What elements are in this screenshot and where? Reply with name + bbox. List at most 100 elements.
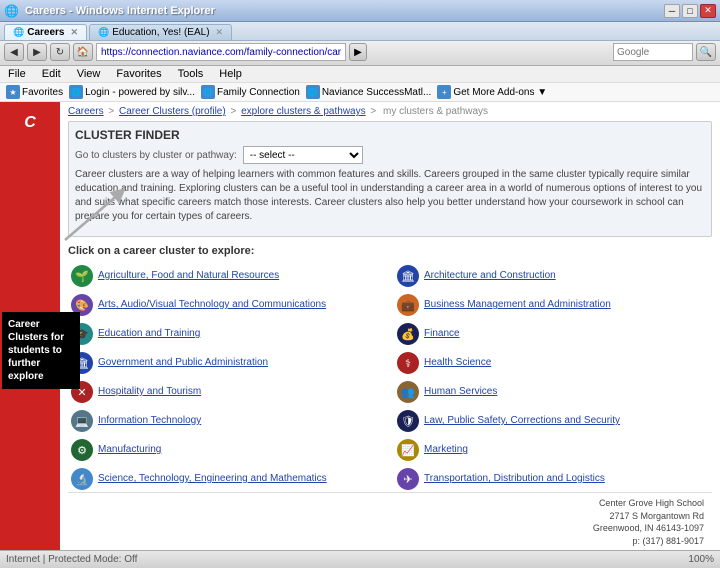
cluster-link-marketing[interactable]: Marketing: [424, 444, 468, 456]
cluster-icon-health: ⚕: [397, 352, 419, 374]
cluster-icon-business: 💼: [397, 294, 419, 316]
cluster-link-health[interactable]: Health Science: [424, 357, 491, 369]
cluster-link-human-services[interactable]: Human Services: [424, 386, 497, 398]
cluster-link-education[interactable]: Education and Training: [98, 328, 200, 340]
cluster-item-education[interactable]: 🎓 Education and Training: [68, 321, 386, 347]
fav-addons[interactable]: + Get More Add-ons ▼: [437, 85, 547, 99]
cluster-item-business[interactable]: 💼 Business Management and Administration: [394, 292, 712, 318]
cluster-link-hospitality[interactable]: Hospitality and Tourism: [98, 386, 201, 398]
tab-bar: 🌐 Careers ✕ 🌐 Education, Yes! (EAL) ✕: [0, 22, 720, 41]
annotation-text: Career Clusters for students to further …: [8, 319, 64, 382]
home-button[interactable]: 🏠: [73, 43, 93, 61]
cluster-icon-transportation: ✈: [397, 468, 419, 490]
cluster-item-marketing[interactable]: 📈 Marketing: [394, 437, 712, 463]
main-layout: C Career Clusters for students to furthe…: [0, 102, 720, 550]
menu-file[interactable]: File: [4, 67, 30, 81]
close-button[interactable]: ✕: [700, 4, 716, 18]
menu-edit[interactable]: Edit: [38, 67, 65, 81]
tab-careers-icon: 🌐: [13, 27, 24, 38]
cluster-grid: 🌱 Agriculture, Food and Natural Resource…: [68, 263, 712, 492]
menu-favorites[interactable]: Favorites: [112, 67, 165, 81]
maximize-button[interactable]: □: [682, 4, 698, 18]
fav-naviance[interactable]: 🌐 Naviance SuccessMatl...: [306, 85, 432, 99]
cluster-icon-marketing: 📈: [397, 439, 419, 461]
fav-favorites[interactable]: ★ Favorites: [6, 85, 63, 99]
cluster-header-title: CLUSTER FINDER: [75, 128, 705, 142]
cluster-icon-agriculture: 🌱: [71, 265, 93, 287]
cluster-icon-law: 🛡: [397, 410, 419, 432]
cluster-icon-human-services: 👥: [397, 381, 419, 403]
cluster-icon-architecture: 🏛: [397, 265, 419, 287]
cluster-item-government[interactable]: 🏛 Government and Public Administration: [68, 350, 386, 376]
cluster-item-arts[interactable]: 🎨 Arts, Audio/Visual Technology and Comm…: [68, 292, 386, 318]
cluster-icon-it: 💻: [71, 410, 93, 432]
cluster-link-business[interactable]: Business Management and Administration: [424, 299, 611, 311]
cluster-link-finance[interactable]: Finance: [424, 328, 460, 340]
address-bar[interactable]: [96, 43, 346, 61]
cluster-item-law[interactable]: 🛡 Law, Public Safety, Corrections and Se…: [394, 408, 712, 434]
cluster-icon-manufacturing: ⚙: [71, 439, 93, 461]
cluster-link-manufacturing[interactable]: Manufacturing: [98, 444, 161, 456]
menu-help[interactable]: Help: [215, 67, 246, 81]
fav-addons-label: Get More Add-ons ▼: [453, 87, 547, 98]
fav-star-icon: ★: [6, 85, 20, 99]
go-button[interactable]: ▶: [349, 43, 367, 61]
fav-login[interactable]: 🌐 Login - powered by silv...: [69, 85, 195, 99]
search-button[interactable]: 🔍: [696, 43, 716, 61]
cluster-link-arts[interactable]: Arts, Audio/Visual Technology and Commun…: [98, 299, 326, 311]
sidebar-logo: C: [24, 114, 36, 132]
cluster-icon-finance: 💰: [397, 323, 419, 345]
cluster-item-stem[interactable]: 🔬 Science, Technology, Engineering and M…: [68, 466, 386, 492]
cluster-link-government[interactable]: Government and Public Administration: [98, 357, 268, 369]
tab-careers-close[interactable]: ✕: [70, 27, 78, 38]
left-sidebar: C Career Clusters for students to furthe…: [0, 102, 60, 550]
breadcrumb-careers[interactable]: Careers: [68, 106, 104, 117]
fav-family-label: Family Connection: [217, 87, 300, 98]
breadcrumb-sep1: >: [108, 106, 117, 117]
breadcrumb-explore[interactable]: explore clusters & pathways: [241, 106, 366, 117]
cluster-link-law[interactable]: Law, Public Safety, Corrections and Secu…: [424, 415, 620, 427]
window-icon: 🌐: [4, 4, 19, 18]
fav-family-icon: 🌐: [201, 85, 215, 99]
cluster-item-agriculture[interactable]: 🌱 Agriculture, Food and Natural Resource…: [68, 263, 386, 289]
fav-naviance-icon: 🌐: [306, 85, 320, 99]
breadcrumb-sep2: >: [230, 106, 239, 117]
cluster-link-agriculture[interactable]: Agriculture, Food and Natural Resources: [98, 270, 279, 282]
cluster-link-stem[interactable]: Science, Technology, Engineering and Mat…: [98, 473, 327, 485]
cluster-item-human-services[interactable]: 👥 Human Services: [394, 379, 712, 405]
tab-careers-label: Careers: [27, 27, 64, 38]
status-right: 100%: [688, 554, 714, 565]
cluster-select[interactable]: -- select --: [243, 146, 363, 164]
cluster-link-it[interactable]: Information Technology: [98, 415, 201, 427]
menu-tools[interactable]: Tools: [174, 67, 208, 81]
cluster-link-transportation[interactable]: Transportation, Distribution and Logisti…: [424, 473, 605, 485]
cluster-icon-stem: 🔬: [71, 468, 93, 490]
cluster-item-architecture[interactable]: 🏛 Architecture and Construction: [394, 263, 712, 289]
school-phone: p: (317) 881-9017: [76, 535, 704, 548]
tab-careers[interactable]: 🌐 Careers ✕: [4, 24, 87, 40]
tab-education-close[interactable]: ✕: [216, 27, 224, 38]
cluster-item-health[interactable]: ⚕ Health Science: [394, 350, 712, 376]
forward-button[interactable]: ▶: [27, 43, 47, 61]
school-city: Greenwood, IN 46143-1097: [76, 522, 704, 535]
back-button[interactable]: ◀: [4, 43, 24, 61]
cluster-item-it[interactable]: 💻 Information Technology: [68, 408, 386, 434]
breadcrumb-profile[interactable]: Career Clusters (profile): [119, 106, 226, 117]
fav-naviance-label: Naviance SuccessMatl...: [322, 87, 432, 98]
tab-education-label: Education, Yes! (EAL): [112, 27, 209, 38]
cluster-item-transportation[interactable]: ✈ Transportation, Distribution and Logis…: [394, 466, 712, 492]
refresh-button[interactable]: ↻: [50, 43, 70, 61]
cluster-item-finance[interactable]: 💰 Finance: [394, 321, 712, 347]
menu-view[interactable]: View: [73, 67, 105, 81]
cluster-item-manufacturing[interactable]: ⚙ Manufacturing: [68, 437, 386, 463]
status-zone: Internet | Protected Mode: Off: [6, 554, 137, 565]
explore-label: Click on a career cluster to explore:: [68, 245, 712, 257]
status-bar: Internet | Protected Mode: Off 100%: [0, 550, 720, 568]
tab-education[interactable]: 🌐 Education, Yes! (EAL) ✕: [89, 24, 232, 40]
annotation-box: Career Clusters for students to further …: [2, 312, 80, 389]
fav-family[interactable]: 🌐 Family Connection: [201, 85, 300, 99]
minimize-button[interactable]: ─: [664, 4, 680, 18]
cluster-link-architecture[interactable]: Architecture and Construction: [424, 270, 556, 282]
cluster-item-hospitality[interactable]: ✕ Hospitality and Tourism: [68, 379, 386, 405]
search-input[interactable]: [613, 43, 693, 61]
